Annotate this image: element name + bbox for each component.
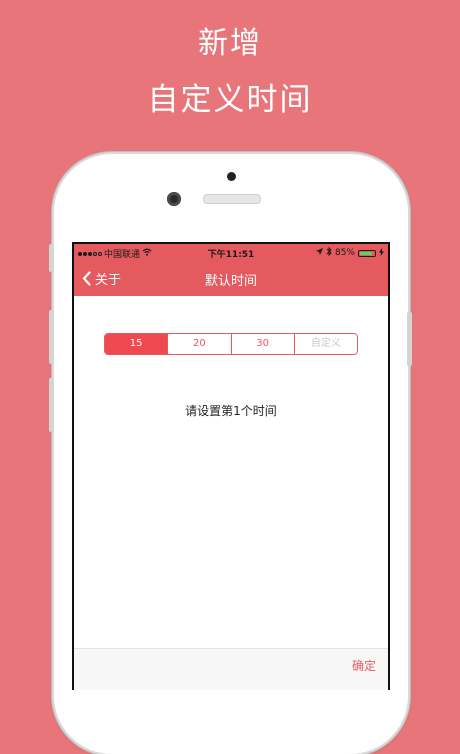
segment-custom[interactable]: 自定义 [293,334,357,354]
front-camera-icon [167,192,181,206]
mute-switch [49,244,54,272]
earpiece-speaker [203,194,261,204]
segment-20[interactable]: 20 [167,334,231,354]
proximity-sensor [227,172,236,181]
status-bar: 中国联通 下午11:51 85% [74,244,388,262]
confirm-button[interactable]: 确定 [352,657,376,674]
bluetooth-icon [326,246,332,259]
bottom-toolbar: 确定 [74,648,388,690]
segment-15[interactable]: 15 [105,334,168,354]
volume-down-button [49,378,54,432]
location-arrow-icon [315,248,323,258]
volume-up-button [49,310,54,364]
phone-screen: 中国联通 下午11:51 85% 关于 默认时间 15 20 30 自定义 请设… [72,242,390,690]
promo-title-line-1: 新增 [198,26,262,61]
power-button [407,312,412,366]
navigation-bar: 关于 默认时间 [74,262,388,296]
interval-segmented-control: 15 20 30 自定义 [104,333,358,355]
page-title: 默认时间 [204,274,257,289]
battery-icon [358,249,376,257]
charging-icon [379,247,384,259]
promo-title-line-2: 自定义时间 [147,82,313,118]
time-setting-prompt: 请设置第1个时间 [185,404,277,418]
status-right: 85% [315,246,384,259]
segment-30[interactable]: 30 [230,334,294,354]
battery-percent: 85% [334,248,355,258]
